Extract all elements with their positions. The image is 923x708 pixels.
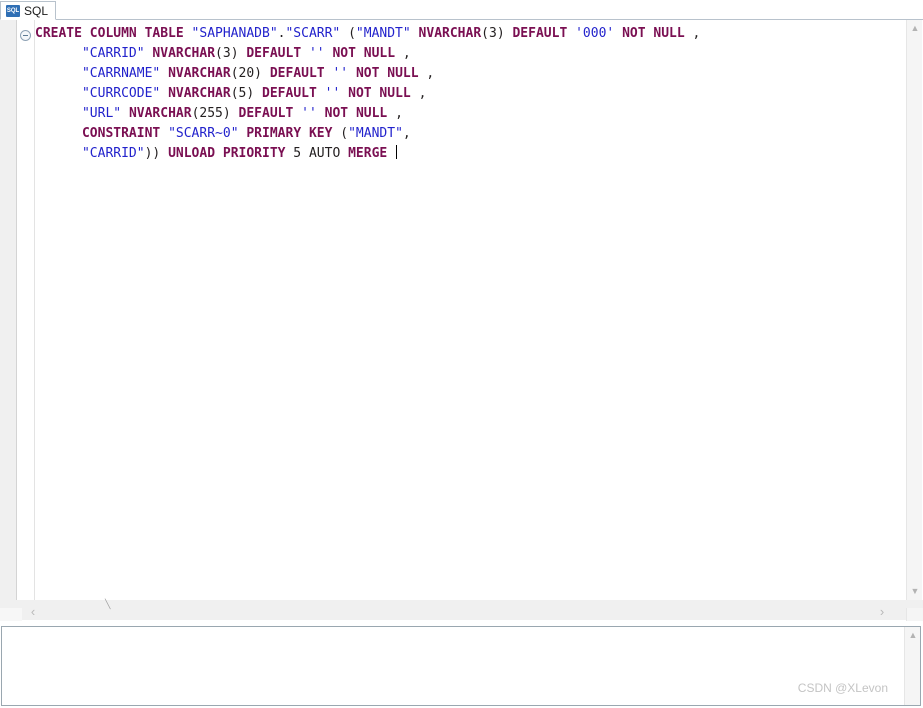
- code-token: DEFAULT: [269, 66, 325, 81]
- code-line[interactable]: "CARRID")) UNLOAD PRIORITY 5 AUTO MERGE: [35, 144, 923, 164]
- code-token: NOT NULL: [355, 66, 419, 81]
- code-token: '': [332, 66, 349, 81]
- code-token: DEFAULT: [262, 86, 317, 101]
- sql-editor: CREATE COLUMN TABLE "SAPHANADB"."SCARR" …: [0, 20, 923, 621]
- code-token: '': [324, 86, 341, 101]
- code-token: NOT NULL: [622, 26, 685, 41]
- code-token: DEFAULT: [512, 26, 568, 41]
- code-token: NOT NULL: [324, 106, 388, 121]
- code-token: (3): [481, 26, 513, 41]
- code-token: NVARCHAR: [152, 46, 216, 61]
- code-token: DEFAULT: [246, 46, 302, 61]
- panel-resize-sash[interactable]: ╲: [0, 600, 923, 609]
- code-token: )): [144, 146, 169, 161]
- code-token: "URL": [81, 106, 122, 121]
- code-token: "SCARR~0": [168, 126, 239, 141]
- tab-sql[interactable]: SQL SQL: [0, 1, 57, 20]
- editor-fold-column[interactable]: [17, 20, 35, 600]
- editor-gutter[interactable]: [0, 20, 17, 600]
- code-token: CONSTRAINT: [81, 126, 161, 141]
- code-line[interactable]: "URL" NVARCHAR(255) DEFAULT '' NOT NULL …: [35, 104, 923, 124]
- scroll-up-icon[interactable]: ▲: [905, 627, 921, 644]
- code-line[interactable]: "CURRCODE" NVARCHAR(5) DEFAULT '' NOT NU…: [35, 84, 923, 104]
- code-line[interactable]: "CARRNAME" NVARCHAR(20) DEFAULT '' NOT N…: [35, 64, 923, 84]
- scroll-up-icon[interactable]: ▲: [907, 20, 923, 37]
- code-token: ,: [684, 26, 701, 41]
- code-line[interactable]: CREATE COLUMN TABLE "SAPHANADB"."SCARR" …: [35, 24, 923, 44]
- code-line[interactable]: CONSTRAINT "SCARR~0" PRIMARY KEY ("MANDT…: [35, 124, 923, 144]
- code-token: "SCARR": [285, 26, 341, 41]
- code-token: "MANDT": [348, 126, 403, 141]
- code-token: MERGE: [348, 146, 388, 161]
- code-token: "CURRCODE": [81, 86, 161, 101]
- code-token: (5): [230, 86, 263, 101]
- code-token: (: [340, 26, 356, 41]
- code-token: NVARCHAR: [168, 66, 231, 81]
- code-token: NVARCHAR: [128, 106, 192, 121]
- code-token: ,: [418, 66, 435, 81]
- results-output-panel[interactable]: ▲ CSDN @XLevon: [1, 626, 921, 706]
- code-token: (255): [191, 106, 239, 121]
- tab-sql-label: SQL: [24, 3, 49, 18]
- code-token: ,: [387, 106, 403, 121]
- code-token: ,: [402, 126, 411, 141]
- code-token: '': [301, 106, 317, 121]
- code-token: CREATE COLUMN TABLE: [35, 26, 192, 41]
- code-token: "SAPHANADB": [191, 26, 278, 41]
- code-token: ,: [395, 46, 411, 61]
- code-token: (3): [215, 46, 247, 61]
- code-token: PRIMARY KEY: [246, 126, 333, 141]
- bottom-panel-vertical-scrollbar[interactable]: ▲: [904, 627, 920, 705]
- editor-vertical-scrollbar[interactable]: ▲ ▼: [906, 20, 922, 600]
- code-token: '': [308, 46, 325, 61]
- sql-file-icon: SQL: [6, 4, 20, 17]
- code-token: '000': [575, 26, 615, 41]
- text-caret: [396, 145, 398, 159]
- scroll-down-icon[interactable]: ▼: [907, 583, 923, 600]
- watermark-text: CSDN @XLevon: [797, 681, 888, 695]
- code-line[interactable]: "CARRID" NVARCHAR(3) DEFAULT '' NOT NULL…: [35, 44, 923, 64]
- code-token: "CARRNAME": [81, 66, 161, 81]
- code-token: UNLOAD PRIORITY: [168, 146, 286, 161]
- code-token: "CARRID": [81, 46, 145, 61]
- code-token: DEFAULT: [238, 106, 294, 121]
- collapse-fold-icon[interactable]: [20, 30, 31, 41]
- code-token: NOT NULL: [332, 46, 396, 61]
- editor-tab-bar: SQL SQL: [0, 0, 923, 20]
- code-token: "CARRID": [81, 146, 145, 161]
- sql-code[interactable]: CREATE COLUMN TABLE "SAPHANADB"."SCARR" …: [35, 24, 923, 164]
- code-token: NOT NULL: [348, 86, 411, 101]
- code-text-area[interactable]: CREATE COLUMN TABLE "SAPHANADB"."SCARR" …: [35, 20, 923, 600]
- code-token: "MANDT": [355, 26, 411, 41]
- code-token: (20): [230, 66, 270, 81]
- sash-grip-icon[interactable]: ╲: [105, 600, 117, 609]
- code-token: (: [332, 126, 349, 141]
- editor-body: CREATE COLUMN TABLE "SAPHANADB"."SCARR" …: [0, 20, 923, 600]
- code-token: ,: [410, 86, 427, 101]
- code-token: 5 AUTO: [285, 146, 349, 161]
- code-token: NVARCHAR: [168, 86, 231, 101]
- code-token: NVARCHAR: [418, 26, 482, 41]
